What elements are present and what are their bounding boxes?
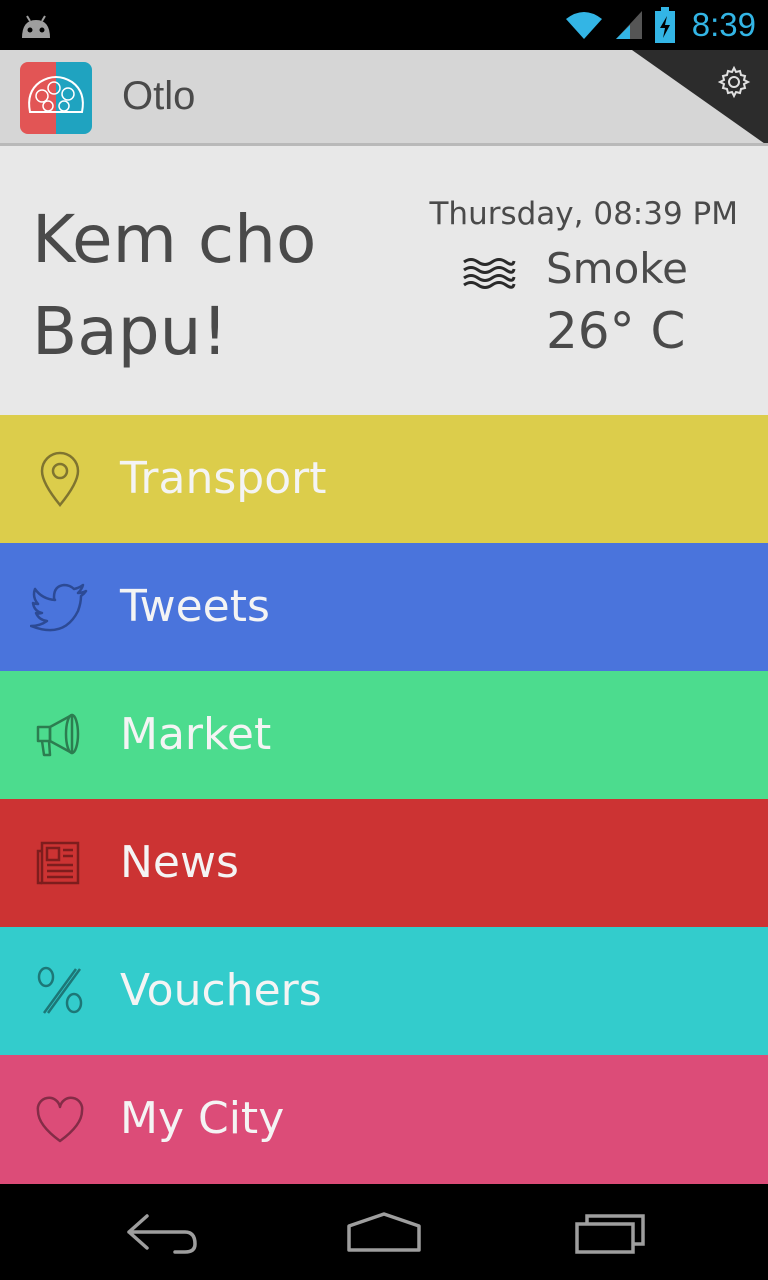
menu-item-tweets[interactable]: Tweets bbox=[0, 543, 768, 671]
signal-icon bbox=[615, 11, 642, 39]
app-logo[interactable] bbox=[20, 62, 92, 134]
date-time: Thursday, 08:39 PM bbox=[429, 196, 739, 232]
status-bar: 8:39 bbox=[0, 0, 768, 50]
smoke-icon bbox=[463, 258, 516, 289]
back-icon[interactable] bbox=[115, 1206, 205, 1258]
menu-label: My City bbox=[120, 1093, 285, 1144]
menu-label: Tweets bbox=[120, 581, 270, 632]
menu-label: Market bbox=[120, 709, 272, 760]
menu-label: News bbox=[120, 837, 239, 888]
menu-item-vouchers[interactable]: Vouchers bbox=[0, 927, 768, 1055]
wifi-icon bbox=[565, 12, 602, 39]
greeting-line-2: Bapu! bbox=[32, 293, 228, 370]
menu-item-transport[interactable]: Transport bbox=[0, 415, 768, 543]
menu-item-market[interactable]: Market bbox=[0, 671, 768, 799]
twitter-bird-icon bbox=[30, 583, 88, 632]
navigation-bar bbox=[0, 1184, 768, 1280]
menu-label: Transport bbox=[120, 453, 327, 504]
menu-label: Vouchers bbox=[120, 965, 322, 1016]
megaphone-icon bbox=[36, 713, 80, 757]
status-indicators: 8:39 bbox=[564, 4, 756, 46]
weather-condition: Smoke bbox=[546, 244, 688, 293]
app-title: Otlo bbox=[122, 74, 196, 118]
recent-apps-icon[interactable] bbox=[565, 1206, 655, 1258]
newspaper-icon bbox=[36, 841, 80, 885]
menu-item-my-city[interactable]: My City bbox=[0, 1055, 768, 1184]
location-pin-icon bbox=[40, 451, 80, 507]
temperature: 26° C bbox=[546, 302, 686, 360]
status-time: 8:39 bbox=[691, 6, 756, 43]
heart-icon bbox=[36, 1096, 84, 1143]
home-icon[interactable] bbox=[339, 1206, 429, 1258]
greeting-text: Kem cho Bapu! bbox=[32, 194, 432, 378]
greeting-panel: Kem cho Bapu! Thursday, 08:39 PM Smoke 2… bbox=[0, 146, 768, 415]
android-icon bbox=[22, 15, 50, 38]
greeting-line-1: Kem cho bbox=[32, 201, 317, 278]
brain-logo-icon bbox=[20, 62, 92, 134]
gear-icon[interactable] bbox=[716, 64, 752, 100]
menu-item-news[interactable]: News bbox=[0, 799, 768, 927]
battery-charging-icon bbox=[654, 7, 675, 43]
main-menu: Transport Tweets Market News Vouchers My… bbox=[0, 415, 768, 1184]
percent-icon bbox=[37, 966, 83, 1014]
action-bar: Otlo bbox=[0, 50, 768, 146]
